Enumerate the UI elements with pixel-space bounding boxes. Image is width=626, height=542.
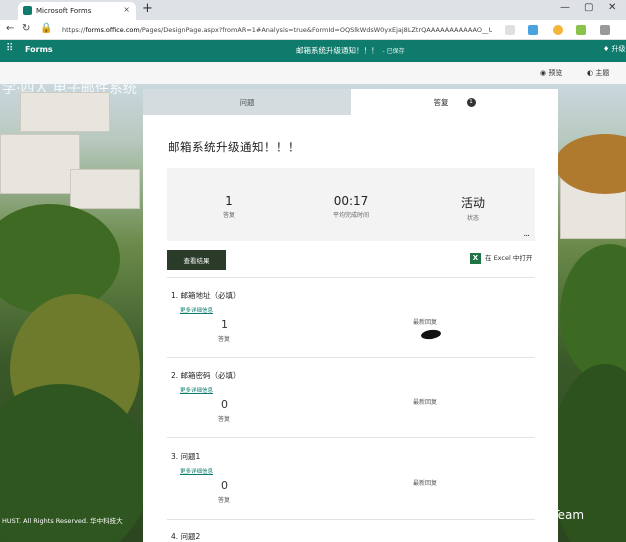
more-details-link[interactable]: 更多详细信息 xyxy=(180,306,535,314)
response-count: 0 xyxy=(221,398,228,411)
stat-value: 1 xyxy=(225,194,233,208)
forms-favicon-icon xyxy=(23,6,32,15)
divider xyxy=(167,277,535,278)
extension-icon[interactable] xyxy=(576,25,586,35)
forms-header: ⠿ Forms 邮箱系统升级通知！！！ - 已保存 ♦ 升级 xyxy=(0,40,626,62)
stat-label: 答复 xyxy=(222,212,235,219)
more-options-icon[interactable]: ... xyxy=(523,229,530,239)
response-count-label: 答复 xyxy=(218,416,231,423)
saved-status: - 已保存 xyxy=(382,48,405,55)
form-heading: 邮箱系统升级通知！！！ xyxy=(168,140,300,154)
divider xyxy=(167,357,535,358)
browser-tab[interactable]: Microsoft Forms × xyxy=(18,2,136,20)
stat-value: 活动 xyxy=(460,196,485,210)
extension-icon[interactable] xyxy=(528,25,538,35)
question-summary: 2. 邮箱密码（必填） 更多详细信息 0 答复 最新回复 xyxy=(171,370,535,438)
theme-label: 主题 xyxy=(595,69,610,77)
stat-status: 活动 状态 xyxy=(423,194,523,222)
stat-responses: 1 答复 xyxy=(179,194,279,219)
stat-label: 平均完成时间 xyxy=(332,212,369,219)
tab-questions[interactable]: 问题 xyxy=(143,89,351,115)
question-summary: 4. 问题2 xyxy=(171,531,535,542)
open-in-excel-label: 在 Excel 中打开 xyxy=(485,254,533,262)
tab-questions-label: 问题 xyxy=(239,97,255,107)
favorites-icon[interactable] xyxy=(600,25,610,35)
close-tab-icon[interactable]: × xyxy=(123,5,130,14)
building xyxy=(0,134,80,194)
upgrade-label: 升级 xyxy=(611,45,626,53)
url-field[interactable]: https://forms.office.com/Pages/DesignPag… xyxy=(62,23,492,37)
open-in-excel-button[interactable]: X 在 Excel 中打开 xyxy=(470,252,532,264)
url-host: forms.office.com xyxy=(85,26,140,34)
response-count: 0 xyxy=(221,479,228,492)
view-tabs: 问题 答复 1 xyxy=(143,89,558,115)
more-details-link[interactable]: 更多详细信息 xyxy=(180,386,535,394)
lock-icon[interactable]: 🔒 xyxy=(40,23,52,34)
palette-icon: ◐ xyxy=(587,69,594,77)
responses-count-badge: 1 xyxy=(466,97,476,107)
question-summary: 3. 问题1 更多详细信息 0 答复 最新回复 xyxy=(171,451,535,519)
view-results-button[interactable]: 查看结果 xyxy=(167,250,226,270)
building xyxy=(70,169,140,209)
redaction-mark xyxy=(420,328,442,341)
url-prefix: https:// xyxy=(62,26,86,34)
question-title: 1. 邮箱地址（必填） xyxy=(171,291,241,300)
minimize-icon[interactable]: — xyxy=(560,2,570,13)
url-path: /Pages/DesignPage.aspx?fromAR=1#Analysis… xyxy=(139,26,492,34)
upgrade-button[interactable]: ♦ 升级 xyxy=(603,44,626,54)
tab-responses[interactable]: 答复 1 xyxy=(351,89,558,115)
tree xyxy=(560,244,626,384)
excel-icon: X xyxy=(470,252,481,264)
address-bar-row: ← ↻ 🔒 https://forms.office.com/Pages/Des… xyxy=(0,20,626,40)
diamond-icon: ♦ xyxy=(603,45,610,53)
reload-icon[interactable]: ↻ xyxy=(22,23,30,34)
question-title: 4. 问题2 xyxy=(171,532,201,541)
eye-icon: ◉ xyxy=(540,69,547,77)
latest-responses-label[interactable]: 最新回复 xyxy=(413,397,437,406)
new-tab-button[interactable]: + xyxy=(142,1,153,16)
responses-card: 问题 答复 1 邮箱系统升级通知！！！ 1 答复 00:17 平均完成时间 活动 … xyxy=(143,89,558,542)
response-count-label: 答复 xyxy=(218,497,231,504)
extension-icon[interactable] xyxy=(505,25,515,35)
response-count: 1 xyxy=(221,318,228,331)
header-form-title: 邮箱系统升级通知！！！ - 已保存 xyxy=(296,45,405,56)
latest-responses-label[interactable]: 最新回复 xyxy=(413,478,437,487)
preview-label: 预览 xyxy=(548,69,563,77)
divider xyxy=(167,519,535,520)
question-title: 2. 邮箱密码（必填） xyxy=(171,371,241,380)
maximize-icon[interactable]: ▢ xyxy=(584,2,593,13)
question-title: 3. 问题1 xyxy=(171,452,201,461)
footer-text: HUST. All Rights Reserved. 华中科技大 xyxy=(2,517,123,525)
header-title-text: 邮箱系统升级通知！！！ xyxy=(296,46,379,55)
stat-label: 状态 xyxy=(466,215,479,222)
back-icon[interactable]: ← xyxy=(6,23,14,34)
browser-tab-title: Microsoft Forms xyxy=(36,7,92,15)
more-details-link[interactable]: 更多详细信息 xyxy=(180,467,535,475)
stat-value: 00:17 xyxy=(333,194,369,208)
stat-avg-time: 00:17 平均完成时间 xyxy=(301,194,401,219)
theme-button[interactable]: ◐ 主题 xyxy=(587,68,609,78)
building xyxy=(20,92,110,132)
close-window-icon[interactable]: ✕ xyxy=(608,2,616,13)
browser-tab-bar: Microsoft Forms × + — ▢ ✕ xyxy=(0,0,626,20)
extension-icon[interactable] xyxy=(553,25,563,35)
response-count-label: 答复 xyxy=(218,336,231,343)
form-toolbar: ◉ 预览 ◐ 主题 xyxy=(0,62,626,84)
divider xyxy=(167,437,535,438)
stats-panel: 1 答复 00:17 平均完成时间 活动 状态 ... xyxy=(167,168,535,241)
app-launcher-icon[interactable]: ⠿ xyxy=(6,43,13,54)
preview-button[interactable]: ◉ 预览 xyxy=(540,68,562,78)
forms-brand[interactable]: Forms xyxy=(25,45,53,54)
latest-responses-label[interactable]: 最新回复 xyxy=(413,317,437,326)
question-summary: 1. 邮箱地址（必填） 更多详细信息 1 答复 最新回复 xyxy=(171,290,535,358)
tab-responses-label: 答复 xyxy=(433,97,449,107)
